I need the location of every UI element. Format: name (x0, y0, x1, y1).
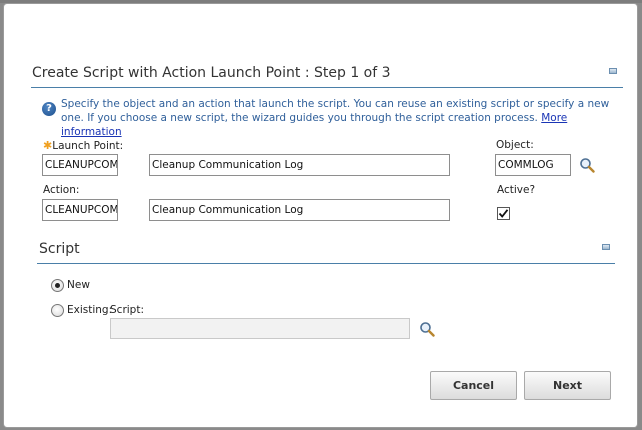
script-section-title: Script (39, 241, 80, 257)
new-script-radio[interactable] (51, 279, 64, 292)
radio-selected-dot (55, 283, 60, 288)
launch-point-input[interactable]: CLEANUPCOMI (42, 154, 118, 176)
active-checkbox[interactable] (497, 207, 510, 220)
existing-script-input[interactable] (110, 318, 410, 339)
info-text-block: Specify the object and an action that la… (61, 97, 621, 139)
next-button[interactable]: Next (524, 371, 611, 400)
collapse-icon[interactable] (609, 68, 617, 74)
existing-script-label: Existing: (67, 304, 113, 316)
object-search-icon[interactable] (579, 157, 595, 173)
launch-point-label: Launch Point: (52, 140, 124, 152)
action-input[interactable]: CLEANUPCOMI (42, 199, 118, 221)
action-label: Action: (43, 184, 80, 196)
script-section-divider (37, 263, 615, 264)
object-input[interactable]: COMMLOG (495, 154, 571, 176)
action-description-input[interactable]: Cleanup Communication Log (149, 199, 450, 221)
script-label: Script: (110, 304, 144, 316)
existing-script-radio[interactable] (51, 304, 64, 317)
launch-point-label-wrap: ✱Launch Point: (43, 139, 123, 152)
help-icon: ? (42, 102, 56, 116)
script-search-icon[interactable] (419, 321, 435, 337)
active-label: Active? (497, 184, 536, 196)
launch-point-description-input[interactable]: Cleanup Communication Log (149, 154, 450, 176)
required-star-icon: ✱ (43, 139, 53, 152)
object-label: Object: (496, 139, 534, 151)
title-divider (31, 87, 623, 88)
info-text: Specify the object and an action that la… (61, 98, 610, 124)
checkmark-icon (498, 209, 509, 218)
script-collapse-icon[interactable] (602, 244, 610, 250)
cancel-button[interactable]: Cancel (430, 371, 517, 400)
dialog-title: Create Script with Action Launch Point :… (32, 65, 391, 81)
new-script-label: New (67, 279, 90, 291)
